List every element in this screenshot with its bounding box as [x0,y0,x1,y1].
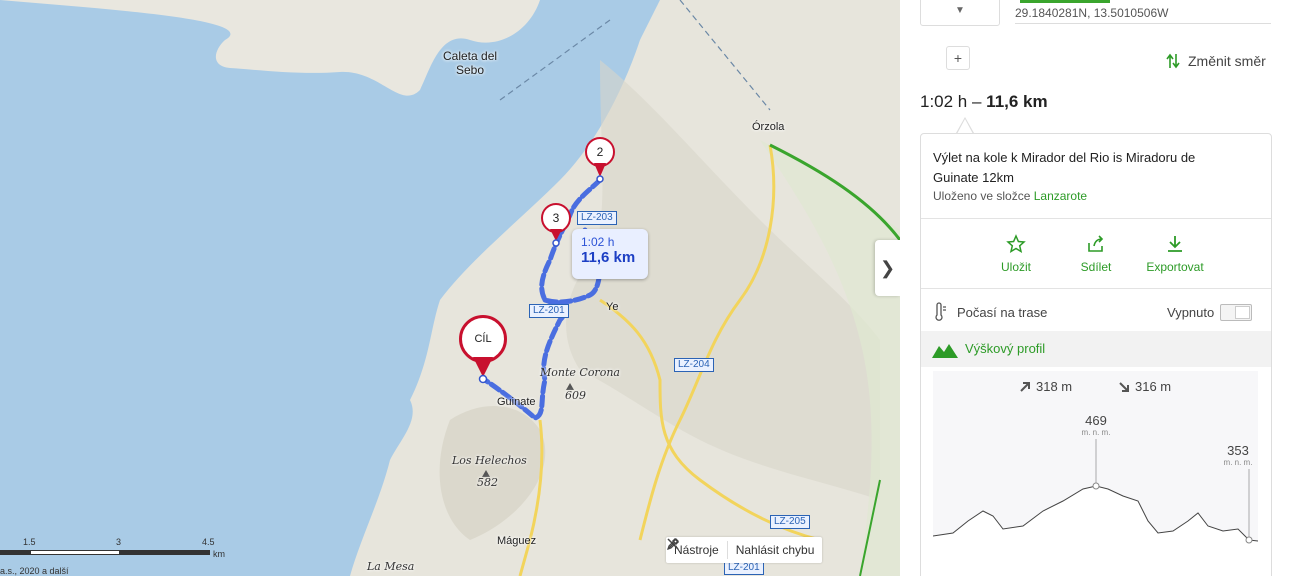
report-error-button[interactable]: Nahlásit chybu [667,538,823,557]
export-label: Exportovat [1146,260,1204,274]
place-los-helechos-elevation: 582 [477,476,498,489]
place-la-mesa: La Mesa [367,560,415,573]
place-maguez: Máguez [497,535,537,547]
chevron-right-icon: ❯ [879,257,896,278]
trip-name: Výlet na kole k Mirador del Rio is Mirad… [933,150,1196,185]
summary-separator: – [967,92,987,111]
save-label: Uložit [1000,260,1031,274]
weather-toggle[interactable] [1220,304,1253,321]
divider [921,218,1271,219]
swap-arrows-icon [1166,53,1180,69]
download-icon [1168,236,1182,252]
route-info-box[interactable]: 1:02 h 11,6 km [572,229,648,279]
mountain-icon [932,344,958,358]
tools-button-label: Nástroje [674,543,719,557]
change-direction-button[interactable]: Změnit směr [1166,53,1266,69]
pin-tail-icon [594,163,606,183]
save-action[interactable]: Uložit [993,234,1039,274]
island-la-graciosa [0,0,540,96]
saved-prefix: Uloženo ve složce [933,189,1031,203]
route-info-distance: 11,6 km [581,249,636,266]
summary-time: 1:02 h [920,92,968,111]
route-panel: ▼ + 29.1840281N, 13.5010506W Změnit směr… [900,0,1289,576]
route-card: Výlet na kole k Mirador del Rio is Mirad… [920,133,1272,576]
place-ye: Ye [606,301,619,313]
road-label-lz203: LZ-203 [577,211,617,225]
star-icon [1006,234,1026,254]
panel-collapse-button[interactable]: ❯ [875,240,900,296]
pencil-icon [667,538,679,550]
weather-toggle-state: Vypnuto [1167,305,1215,320]
elevation-profile-title: Výškový profil [965,341,1046,356]
scale-tick-2: 3 [116,537,122,547]
waypoint-dropdown[interactable]: ▼ [920,0,1000,26]
saved-in-folder: Uloženo ve složce Lanzarote [933,189,1087,203]
weather-toggle-row: Vypnuto [1167,304,1253,321]
place-guinate: Guinate [497,396,536,408]
divider [921,288,1271,289]
road-label-lz204: LZ-204 [674,358,714,372]
elevation-profile-header[interactable]: Výškový profil [921,331,1271,367]
star-icon [1006,154,1026,174]
coordinates-underline [1015,23,1271,24]
map-canvas [0,0,900,576]
elevation-profile-graph [933,439,1258,576]
weather-label: Počasí na trase [957,304,1048,320]
share-action[interactable]: Sdílet [1073,234,1119,274]
road-label-lz201: LZ-201 [529,304,569,318]
road-label-lz201-south: LZ-201 [724,561,764,575]
scale-bar-seg [120,550,210,555]
change-direction-label: Změnit směr [1188,53,1266,69]
place-caleta-del-sebo: Caleta del Sebo [443,49,498,77]
scale-tick-3: 4.5 [202,537,215,547]
share-label: Sdílet [1080,260,1112,274]
chevron-down-icon: ▼ [955,4,965,16]
place-monte-corona: Monte Corona [540,366,620,379]
saved-folder-link[interactable]: Lanzarote [1034,189,1087,203]
plus-icon: + [953,50,963,66]
pin-tail-icon [473,357,493,384]
add-waypoint-button[interactable]: + [946,46,970,70]
report-error-label: Nahlásit chybu [735,543,815,557]
input-focus-bar [1020,0,1110,3]
pin-tail-icon [550,229,562,247]
place-los-helechos: Los Helechos [452,454,527,467]
scale-unit: km [213,549,225,559]
elevation-chart[interactable]: 318 m 316 m 469 m. n. m. 353 m. n. m. [933,371,1258,576]
share-icon [1088,235,1104,252]
coordinates-value[interactable]: 29.1840281N, 13.5010506W [1015,6,1168,20]
scale-bar-seg [30,550,120,555]
place-orzola: Órzola [752,121,785,133]
scale-bar-seg [0,550,30,555]
route-summary: 1:02 h – 11,6 km [920,92,1048,112]
scale-tick-1: 1.5 [23,537,36,547]
card-caret-fill [957,119,973,134]
map-scale: 1.5 3 4.5 km [0,537,240,563]
export-action[interactable]: Exportovat [1143,234,1207,274]
thermometer-icon [935,302,946,321]
map-view[interactable]: Caleta del Sebo Órzola Ye Guinate Monte … [0,0,900,576]
route-info-time: 1:02 h [581,235,615,249]
summary-distance: 11,6 km [986,92,1048,111]
weather-row: Počasí na trase [933,302,1047,322]
road-label-lz205: LZ-205 [770,515,810,529]
map-copyright[interactable]: a.s., 2020 a další [0,566,69,576]
place-monte-corona-elevation: 609 [565,389,586,402]
map-tools-bar: Nástroje Nahlásit chybu [666,537,823,563]
